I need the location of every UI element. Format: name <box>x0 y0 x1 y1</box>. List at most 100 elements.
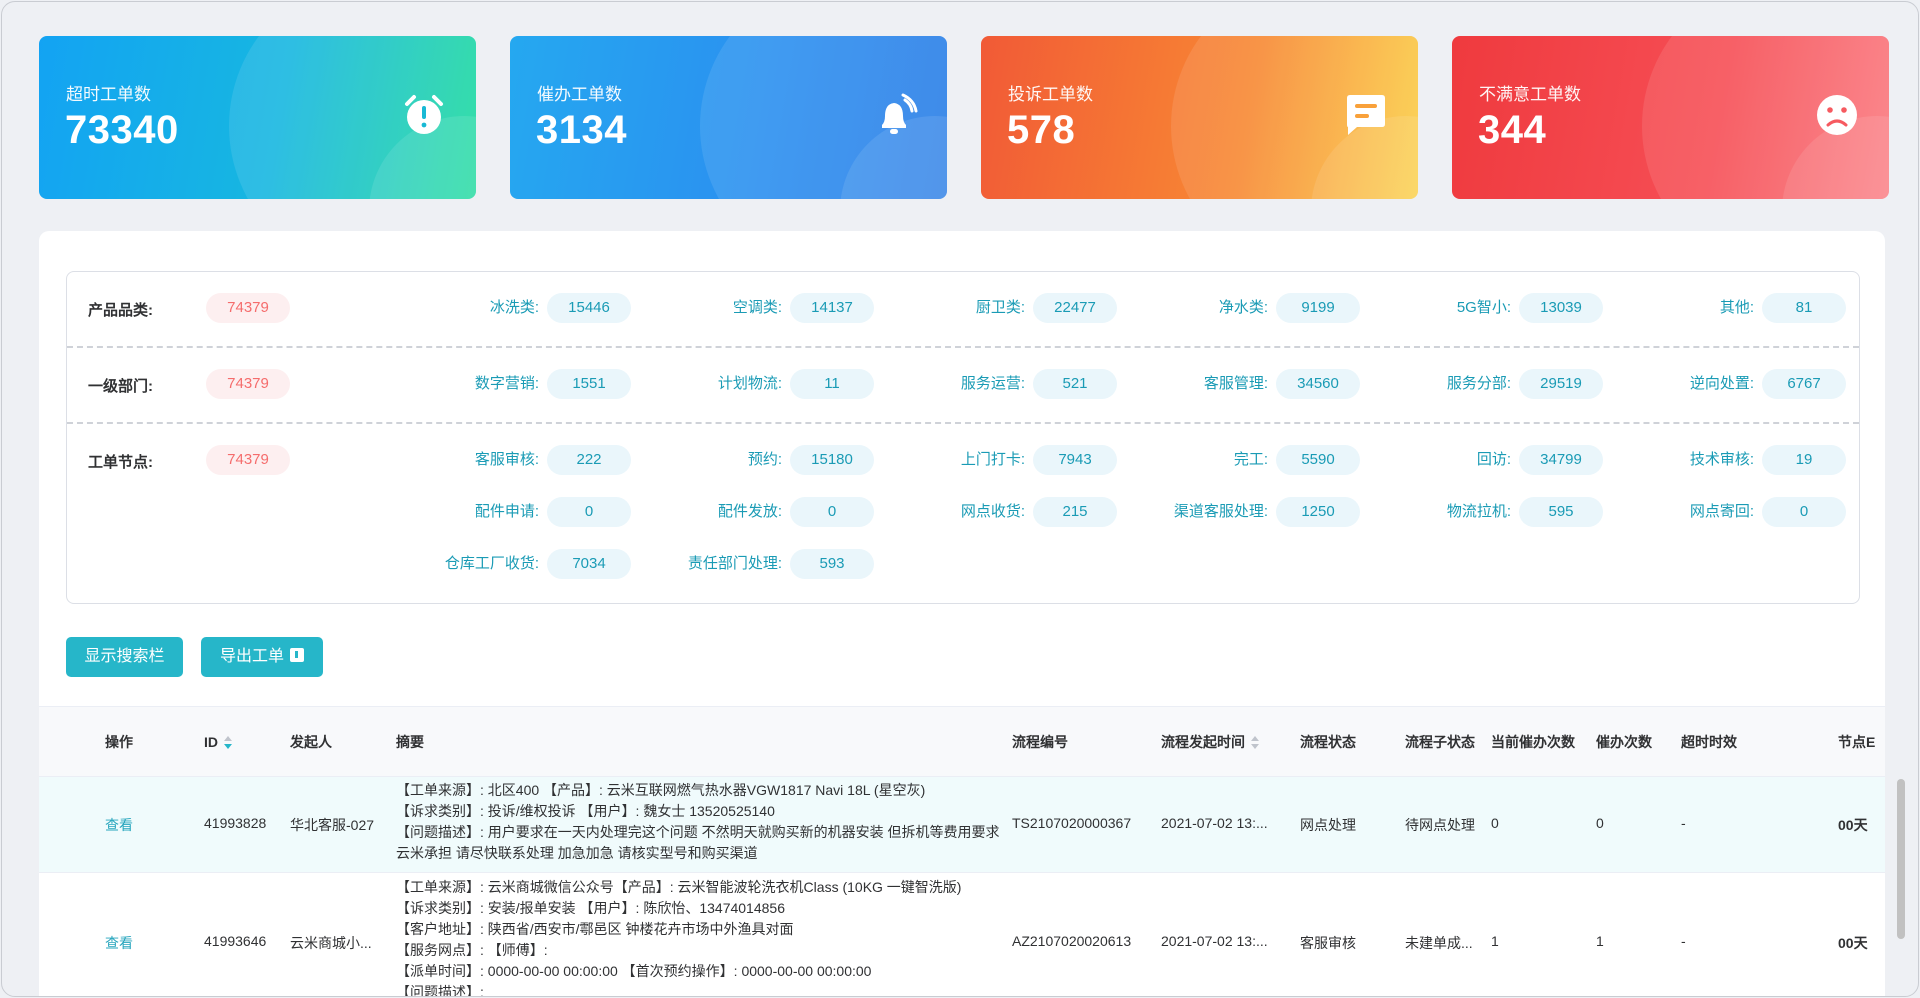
stats-item[interactable]: 逆向处置: 6767 <box>1662 369 1846 399</box>
stats-row-label: 产品品类: <box>88 302 153 319</box>
stats-item[interactable]: 其他: 81 <box>1662 293 1846 323</box>
stats-item[interactable]: 客服审核: 222 <box>447 445 631 475</box>
cell-flow-no: AZ2107020020613 <box>1012 933 1132 949</box>
column-header-start-time[interactable]: 流程发起时间 <box>1161 707 1259 777</box>
cell-start-time: 2021-07-02 13:... <box>1161 933 1268 949</box>
stats-item[interactable]: 网点收货: 215 <box>933 497 1117 527</box>
cell-current-urge: 1 <box>1491 933 1499 949</box>
export-button[interactable]: 导出工单 <box>201 637 323 677</box>
cell-flow-no: TS2107020000367 <box>1012 815 1132 831</box>
cell-node: 00天 <box>1838 817 1868 833</box>
stats-item[interactable]: 厨卫类: 22477 <box>933 293 1117 323</box>
stats-box: 产品品类: 74379 冰洗类: 15446 空调类: 14137 厨卫类: 2247… <box>66 271 1860 604</box>
stats-item[interactable]: 仓库工厂收货: 7034 <box>445 549 631 579</box>
column-header: 节点E <box>1838 734 1876 750</box>
stats-row-product: 产品品类: 74379 冰洗类: 15446 空调类: 14137 厨卫类: 2247… <box>67 272 1859 348</box>
table-row[interactable]: 查看 41993646 云米商城小... 【工单来源】: 云米商城微信公众号【产… <box>39 873 1885 997</box>
column-header-id[interactable]: ID <box>204 707 232 777</box>
cell-status: 客服审核 <box>1300 935 1356 951</box>
stats-item[interactable]: 数字营销: 1551 <box>447 369 631 399</box>
table-row[interactable]: 查看 41993828 华北客服-027 【工单来源】: 北区400 【产品】:… <box>39 777 1885 873</box>
stat-card-complaint[interactable]: 投诉工单数 578 <box>981 36 1418 199</box>
column-header: 当前催办次数 <box>1491 734 1575 750</box>
column-header: 操作 <box>105 734 133 750</box>
stats-row-label: 一级部门: <box>88 378 153 395</box>
sort-icon[interactable] <box>224 736 232 750</box>
stats-row-dept: 一级部门: 74379 数字营销: 1551 计划物流: 11 服务运营: 521 客… <box>67 348 1859 424</box>
cell-start-time: 2021-07-02 13:... <box>1161 815 1268 831</box>
stats-total-badge[interactable]: 74379 <box>206 445 290 475</box>
column-header: 流程状态 <box>1300 734 1356 750</box>
stats-item[interactable]: 冰洗类: 15446 <box>447 293 631 323</box>
sort-icon[interactable] <box>1251 736 1259 750</box>
stats-total-badge[interactable]: 74379 <box>206 293 290 323</box>
stat-card-label: 超时工单数 <box>66 85 151 104</box>
stat-card-label: 不满意工单数 <box>1479 85 1581 104</box>
export-button-label: 导出工单 <box>219 648 284 665</box>
export-icon <box>290 648 304 662</box>
stats-item[interactable]: 空调类: 14137 <box>690 293 874 323</box>
stats-item[interactable]: 配件申请: 0 <box>447 497 631 527</box>
stats-item[interactable]: 预约: 15180 <box>690 445 874 475</box>
main-panel: 产品品类: 74379 冰洗类: 15446 空调类: 14137 厨卫类: 2247… <box>39 231 1885 997</box>
stats-item[interactable]: 服务运营: 521 <box>933 369 1117 399</box>
stats-item[interactable]: 回访: 34799 <box>1419 445 1603 475</box>
column-header: 超时时效 <box>1681 734 1737 750</box>
cell-sub-status: 未建单成... <box>1405 935 1473 951</box>
cell-current-urge: 0 <box>1491 815 1499 831</box>
stats-item[interactable]: 配件发放: 0 <box>690 497 874 527</box>
stats-item[interactable]: 物流拉机: 595 <box>1419 497 1603 527</box>
table-scrollbar[interactable] <box>1897 779 1905 939</box>
alarm-clock-icon <box>405 95 443 134</box>
stats-item[interactable]: 净水类: 9199 <box>1176 293 1360 323</box>
stats-item[interactable]: 计划物流: 11 <box>690 369 874 399</box>
stat-card-label: 投诉工单数 <box>1008 85 1093 104</box>
cell-summary: 【工单来源】: 云米商城微信公众号【产品】: 云米智能波轮洗衣机Class (1… <box>396 879 962 997</box>
cell-summary: 【工单来源】: 北区400 【产品】: 云米互联网燃气热水器VGW1817 Na… <box>396 782 1000 861</box>
stat-card-urge[interactable]: 催办工单数 3134 <box>510 36 947 199</box>
stat-card-timeout[interactable]: 超时工单数 73340 <box>39 36 476 199</box>
stat-card-value: 578 <box>1007 108 1076 152</box>
column-header: 发起人 <box>290 734 332 750</box>
column-header: 流程编号 <box>1012 734 1068 750</box>
stats-item[interactable]: 责任部门处理: 593 <box>688 549 874 579</box>
stats-item[interactable]: 服务分部: 29519 <box>1419 369 1603 399</box>
stats-item[interactable]: 5G智小: 13039 <box>1419 293 1603 323</box>
cell-node: 00天 <box>1838 935 1868 951</box>
view-link[interactable]: 查看 <box>105 815 133 835</box>
stats-item[interactable]: 技术审核: 19 <box>1662 445 1846 475</box>
stats-item[interactable]: 渠道客服处理: 1250 <box>1174 497 1360 527</box>
stats-row-node: 工单节点: 74379 客服审核: 222 预约: 15180 上门打卡: 7943 … <box>67 424 1859 604</box>
bell-icon <box>882 93 918 134</box>
cell-initiator: 云米商城小... <box>290 935 372 951</box>
column-header: 流程子状态 <box>1405 734 1475 750</box>
app-frame: 超时工单数 73340 催办工单数 3134 投诉工单数 578 不满意工单数 … <box>1 1 1919 997</box>
stat-cards: 超时工单数 73340 催办工单数 3134 投诉工单数 578 不满意工单数 … <box>39 36 1889 199</box>
cell-urge: 1 <box>1596 933 1604 949</box>
stat-card-unsatisfied[interactable]: 不满意工单数 344 <box>1452 36 1889 199</box>
stat-card-value: 3134 <box>536 108 627 152</box>
cell-urge: 0 <box>1596 815 1604 831</box>
cell-timeout: - <box>1681 933 1686 949</box>
table-header: 操作 ID 发起人 摘要 流程编号 流程发起时间 流程状态 流程子状态 当前催办… <box>39 707 1885 777</box>
stats-item[interactable]: 上门打卡: 7943 <box>933 445 1117 475</box>
stat-card-value: 73340 <box>65 108 179 152</box>
stats-item[interactable]: 完工: 5590 <box>1176 445 1360 475</box>
cell-sub-status: 待网点处理 <box>1405 817 1475 833</box>
sad-face-icon <box>1817 95 1857 135</box>
cell-initiator: 华北客服-027 <box>290 817 375 833</box>
stats-row-label: 工单节点: <box>88 454 153 471</box>
cell-id: 41993646 <box>204 933 267 949</box>
stats-total-badge[interactable]: 74379 <box>206 369 290 399</box>
cell-id: 41993828 <box>204 815 267 831</box>
show-search-button[interactable]: 显示搜索栏 <box>66 637 183 677</box>
column-header: 催办次数 <box>1596 734 1652 750</box>
cell-timeout: - <box>1681 815 1686 831</box>
stats-item[interactable]: 客服管理: 34560 <box>1176 369 1360 399</box>
column-header: 摘要 <box>396 734 424 750</box>
cell-status: 网点处理 <box>1300 817 1356 833</box>
stat-card-label: 催办工单数 <box>537 85 622 104</box>
view-link[interactable]: 查看 <box>105 933 133 953</box>
orders-table: 操作 ID 发起人 摘要 流程编号 流程发起时间 流程状态 流程子状态 当前催办… <box>39 706 1885 997</box>
stats-item[interactable]: 网点寄回: 0 <box>1662 497 1846 527</box>
